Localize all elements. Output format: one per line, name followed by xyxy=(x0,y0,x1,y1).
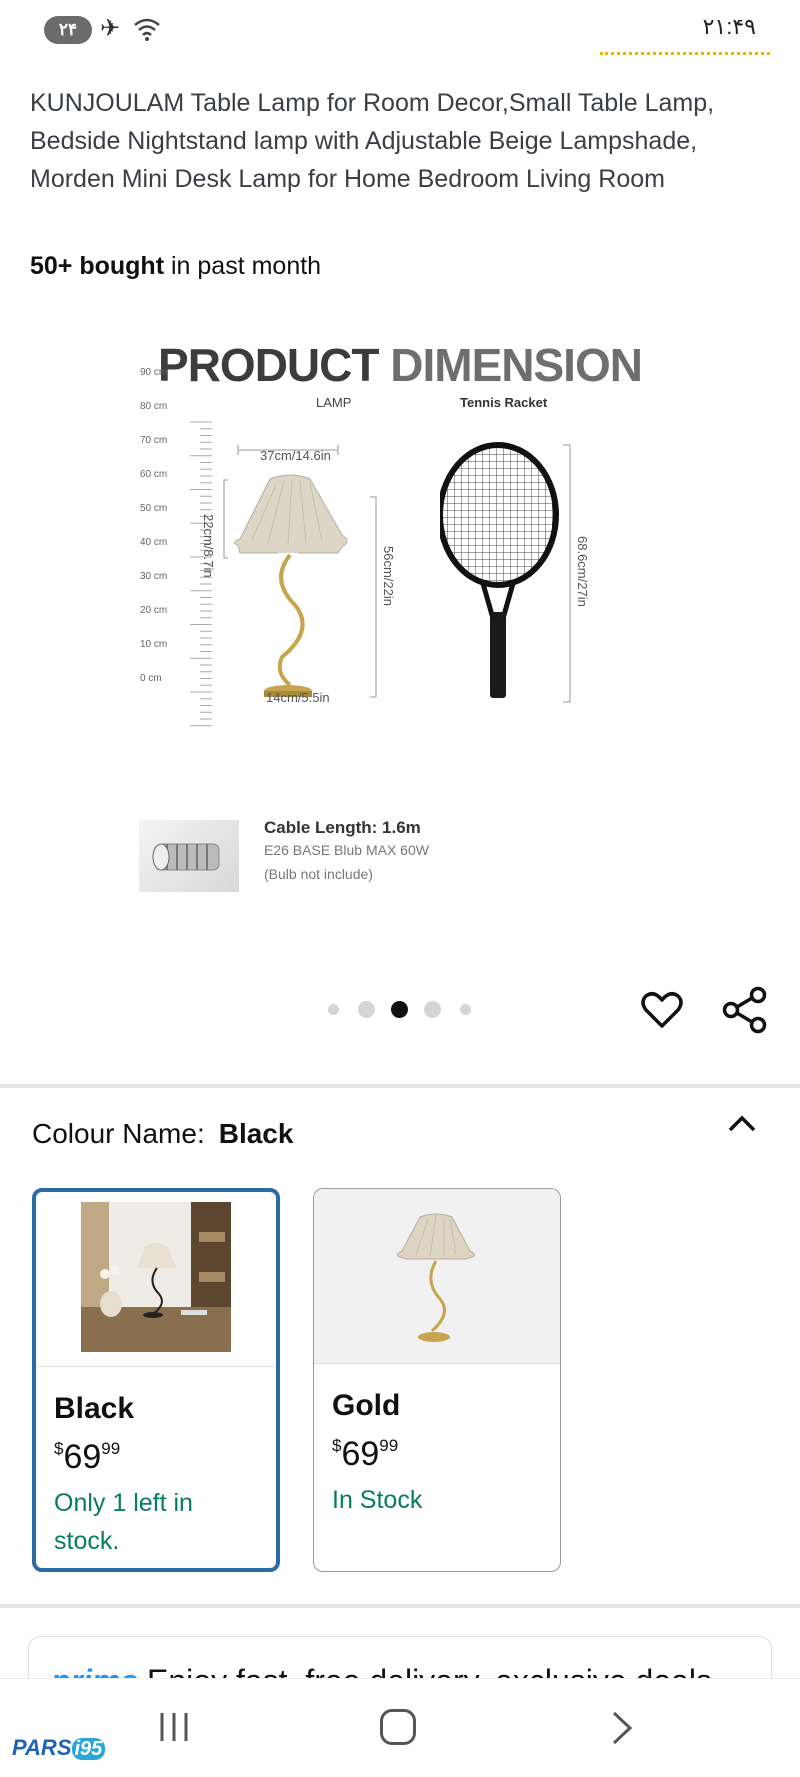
swatch-name: Black xyxy=(54,1392,135,1425)
carousel-dot[interactable] xyxy=(328,1004,339,1015)
swatch-stock: Only 1 left in stock. xyxy=(54,1489,193,1555)
ruler-tick-label: 20 cm xyxy=(140,605,168,616)
ruler-tick-label: 60 cm xyxy=(140,469,168,480)
share-icon[interactable] xyxy=(722,986,768,1034)
racket-height-label: 68.6cm/27in xyxy=(575,536,590,607)
price-whole: 69 xyxy=(341,1435,380,1473)
ruler-tick-label: 50 cm xyxy=(140,503,168,514)
bought-count-bold: 50+ bought xyxy=(30,252,165,280)
lamp-height-label: 56cm/22in xyxy=(381,546,396,606)
airplane-icon: ✈ xyxy=(100,15,121,42)
swatch-price: $6999 xyxy=(54,1438,120,1477)
swatch-stock: In Stock xyxy=(332,1486,423,1514)
recent-apps-icon[interactable] xyxy=(158,1711,190,1743)
lamp-label: LAMP xyxy=(316,395,352,410)
shade-width-label: 37cm/14.6in xyxy=(260,448,331,463)
ruler-tick-label: 10 cm xyxy=(140,639,168,650)
swatch-image-gold xyxy=(314,1189,560,1364)
bulb-thumbnail xyxy=(139,820,239,892)
forward-chevron-icon[interactable] xyxy=(606,1711,638,1745)
ruler-tick-label: 70 cm xyxy=(140,435,168,446)
watermark-number: i95 xyxy=(71,1738,106,1760)
carousel-dot-active[interactable] xyxy=(391,1001,408,1018)
wifi-icon xyxy=(134,18,160,41)
status-badge: ۲۴ xyxy=(44,16,92,44)
image-heading-part2: DIMENSION xyxy=(390,339,643,391)
cable-title: Cable Length: 1.6m xyxy=(264,818,421,837)
bought-count: 50+ bought in past month xyxy=(30,252,321,281)
carousel-dot[interactable] xyxy=(358,1001,375,1018)
ruler-tick-label: 40 cm xyxy=(140,537,168,548)
watermark-text: PARS xyxy=(12,1735,72,1760)
shade-height-label: 22cm/8.7in xyxy=(201,514,216,578)
swatch-name: Gold xyxy=(332,1389,401,1422)
base-width-label: 14cm/5.5in xyxy=(266,690,330,705)
product-title[interactable]: KUNJOULAM Table Lamp for Room Decor,Smal… xyxy=(30,84,750,198)
price-fraction: 99 xyxy=(101,1439,121,1458)
bought-count-rest: in past month xyxy=(164,252,322,280)
colour-name-row[interactable]: Colour Name: Black xyxy=(32,1118,293,1150)
carousel-dot[interactable] xyxy=(424,1001,441,1018)
status-time: ۲۱:۴۹ xyxy=(702,14,756,39)
section-divider xyxy=(0,1084,800,1088)
product-image[interactable]: PRODUCT DIMENSION 90 cm 80 cm 70 cm 60 cm 50… xyxy=(120,320,680,920)
swatch-image-black xyxy=(36,1192,276,1367)
carousel-dot[interactable] xyxy=(460,1004,471,1015)
watermark-logo: PARS i95 xyxy=(12,1735,106,1761)
status-bar: ۲۴ ✈ ۲۱:۴۹ xyxy=(0,0,800,56)
system-nav-bar: PARS i95 xyxy=(0,1678,800,1777)
section-divider xyxy=(0,1604,800,1608)
rating-stars[interactable] xyxy=(600,52,770,60)
image-heading-part1: PRODUCT xyxy=(158,339,391,391)
chevron-up-icon[interactable] xyxy=(726,1108,758,1140)
ruler-tick-label: 0 cm xyxy=(140,673,162,684)
colour-name-label: Colour Name: xyxy=(32,1118,205,1149)
swatch-gold[interactable]: Gold $6999 In Stock xyxy=(313,1188,561,1572)
ruler-tick-label: 30 cm xyxy=(140,571,168,582)
ruler-tick-label: 90 cm xyxy=(140,367,168,378)
swatch-price: $6999 xyxy=(332,1435,398,1474)
swatch-black[interactable]: Black $6999 Only 1 left in stock. xyxy=(32,1188,280,1572)
cable-note: (Bulb not include) xyxy=(264,866,373,882)
home-icon[interactable] xyxy=(380,1709,416,1745)
racket-label: Tennis Racket xyxy=(460,395,548,410)
image-heading: PRODUCT DIMENSION xyxy=(120,338,680,392)
ruler-tick-label: 80 cm xyxy=(140,401,168,412)
price-fraction: 99 xyxy=(379,1436,399,1455)
price-whole: 69 xyxy=(63,1438,102,1476)
racket-illustration xyxy=(440,442,571,703)
colour-name-value: Black xyxy=(218,1118,294,1149)
heart-icon[interactable] xyxy=(640,988,684,1032)
cable-subtitle: E26 BASE Blub MAX 60W xyxy=(264,842,429,858)
